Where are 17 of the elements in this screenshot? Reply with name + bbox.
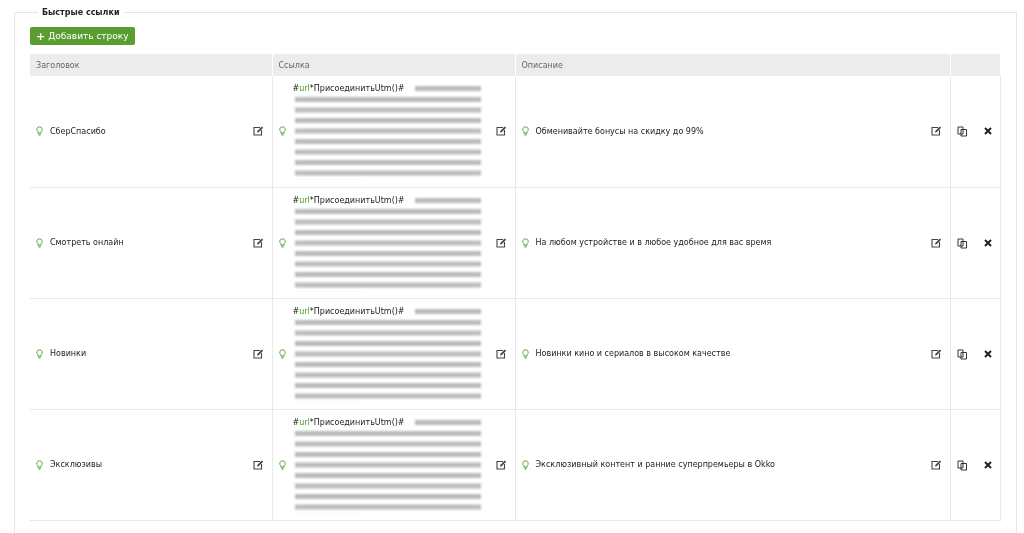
description-text: На любом устройстве и в любое удобное для вас время [535, 238, 773, 247]
title-text: Эксклюзивы [50, 460, 103, 469]
link-text: #url*ПрисоединитьUtm()# [292, 195, 405, 205]
link-text: #url*ПрисоединитьUtm()# [292, 306, 405, 316]
description-text: Эксклюзивный контент и ранние суперпремьеры в Okko [535, 460, 776, 469]
title-text: Смотреть онлайн [50, 238, 125, 247]
description-text: Обменивайте бонусы на скидку до 99% [535, 126, 705, 136]
title-text: Новинки [50, 349, 88, 358]
link-text: #url*ПрисоединитьUtm()# [292, 417, 405, 427]
description-text: Новинки кино и сериалов в высоком качестве [535, 349, 732, 358]
add-row-button[interactable]: + Добавить строку [30, 27, 135, 45]
title-text: СберСпасибо [50, 126, 107, 136]
column-header: Описание [515, 54, 950, 76]
link-text: #url*ПрисоединитьUtm()# [292, 84, 405, 94]
section-title: Быстрые ссылки [41, 8, 121, 17]
column-header: Ссылка [272, 54, 515, 76]
column-header: Заголовок [30, 54, 272, 76]
